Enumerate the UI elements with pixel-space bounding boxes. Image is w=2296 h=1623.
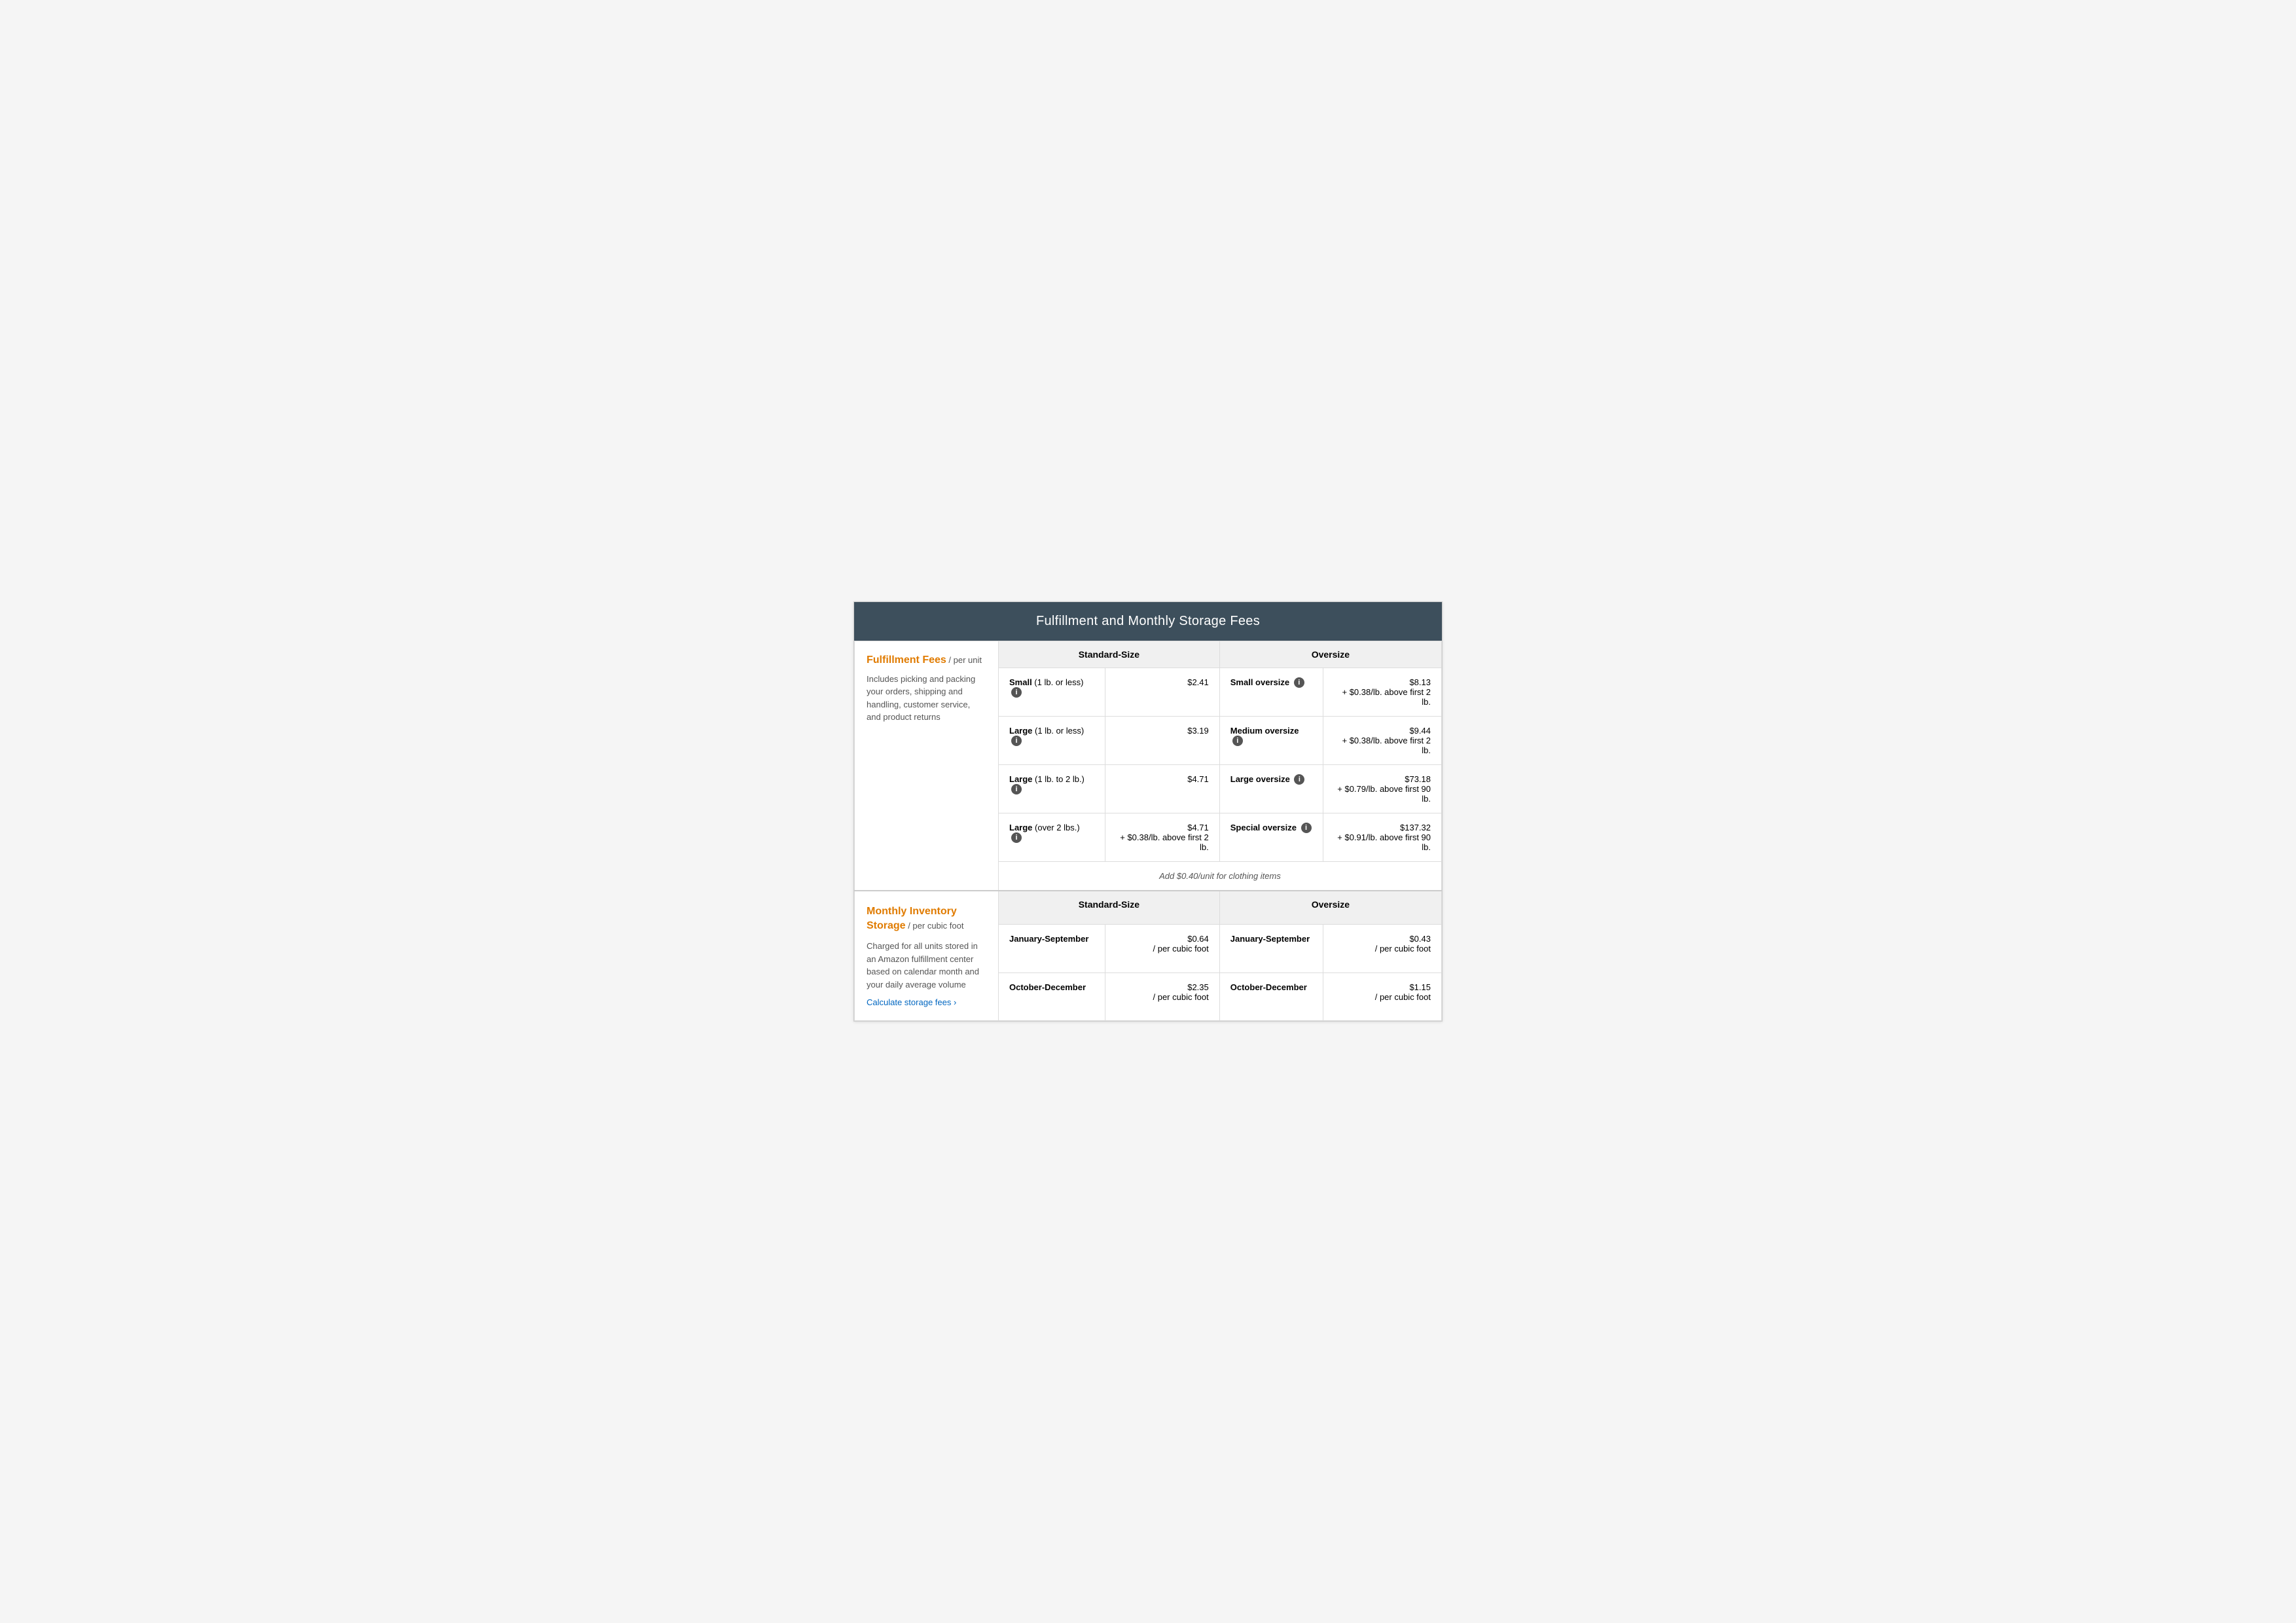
storage-label-cell: Monthly InventoryStorage / per cubic foo… [855, 891, 999, 1021]
fulfillment-subheader-row: Fulfillment Fees / per unit Includes pic… [855, 641, 1442, 668]
main-container: Fulfillment and Monthly Storage Fees Ful… [853, 601, 1443, 1022]
info-icon-1[interactable]: i [1011, 687, 1022, 698]
storage-standard-period-1: January-September [999, 924, 1105, 972]
storage-oversize-price-2: $1.15/ per cubic foot [1323, 972, 1441, 1021]
fulfillment-description: Includes picking and packing your orders… [867, 673, 986, 724]
storage-standard-price-2: $2.35/ per cubic foot [1105, 972, 1219, 1021]
info-icon-3[interactable]: i [1011, 784, 1022, 794]
standard-size-name-1: Small (1 lb. or less) i [999, 668, 1105, 716]
info-icon-large-oversize[interactable]: i [1294, 774, 1304, 785]
storage-description: Charged for all units stored in an Amazo… [867, 940, 986, 991]
oversize-price-3: $73.18+ $0.79/lb. above first 90 lb. [1323, 764, 1441, 813]
calculate-storage-link[interactable]: Calculate storage fees › [867, 997, 986, 1007]
standard-price-1: $2.41 [1105, 668, 1219, 716]
standard-price-2: $3.19 [1105, 716, 1219, 764]
info-icon-4[interactable]: i [1011, 832, 1022, 843]
storage-subheader-row: Monthly InventoryStorage / per cubic foo… [855, 891, 1442, 925]
standard-size-name-2: Large (1 lb. or less) i [999, 716, 1105, 764]
storage-standard-price-1: $0.64/ per cubic foot [1105, 924, 1219, 972]
storage-oversize-price-1: $0.43/ per cubic foot [1323, 924, 1441, 972]
storage-oversize-header: Oversize [1219, 891, 1441, 925]
oversize-name-4: Special oversize i [1219, 813, 1323, 861]
oversize-price-1: $8.13+ $0.38/lb. above first 2 lb. [1323, 668, 1441, 716]
info-icon-small-oversize[interactable]: i [1294, 677, 1304, 688]
standard-size-header: Standard-Size [999, 641, 1220, 668]
oversize-name-2: Medium oversize i [1219, 716, 1323, 764]
storage-oversize-period-1: January-September [1219, 924, 1323, 972]
standard-size-name-4: Large (over 2 lbs.) i [999, 813, 1105, 861]
storage-standard-header: Standard-Size [999, 891, 1220, 925]
oversize-price-2: $9.44+ $0.38/lb. above first 2 lb. [1323, 716, 1441, 764]
info-icon-special-oversize[interactable]: i [1301, 823, 1312, 833]
info-icon-2[interactable]: i [1011, 736, 1022, 746]
page-title: Fulfillment and Monthly Storage Fees [854, 602, 1442, 641]
oversize-name-1: Small oversize i [1219, 668, 1323, 716]
standard-price-3: $4.71 [1105, 764, 1219, 813]
fees-table: Fulfillment Fees / per unit Includes pic… [854, 641, 1442, 1022]
fulfillment-title: Fulfillment Fees [867, 654, 946, 666]
fulfillment-label-cell: Fulfillment Fees / per unit Includes pic… [855, 641, 999, 891]
fulfillment-subtitle: / per unit [946, 655, 982, 665]
oversize-price-4: $137.32+ $0.91/lb. above first 90 lb. [1323, 813, 1441, 861]
oversize-header: Oversize [1219, 641, 1441, 668]
oversize-name-3: Large oversize i [1219, 764, 1323, 813]
info-icon-medium-oversize[interactable]: i [1232, 736, 1243, 746]
storage-standard-period-2: October-December [999, 972, 1105, 1021]
storage-oversize-period-2: October-December [1219, 972, 1323, 1021]
standard-size-name-3: Large (1 lb. to 2 lb.) i [999, 764, 1105, 813]
storage-subtitle: / per cubic foot [906, 921, 964, 931]
clothing-note: Add $0.40/unit for clothing items [999, 861, 1442, 891]
standard-price-4: $4.71+ $0.38/lb. above first 2 lb. [1105, 813, 1219, 861]
